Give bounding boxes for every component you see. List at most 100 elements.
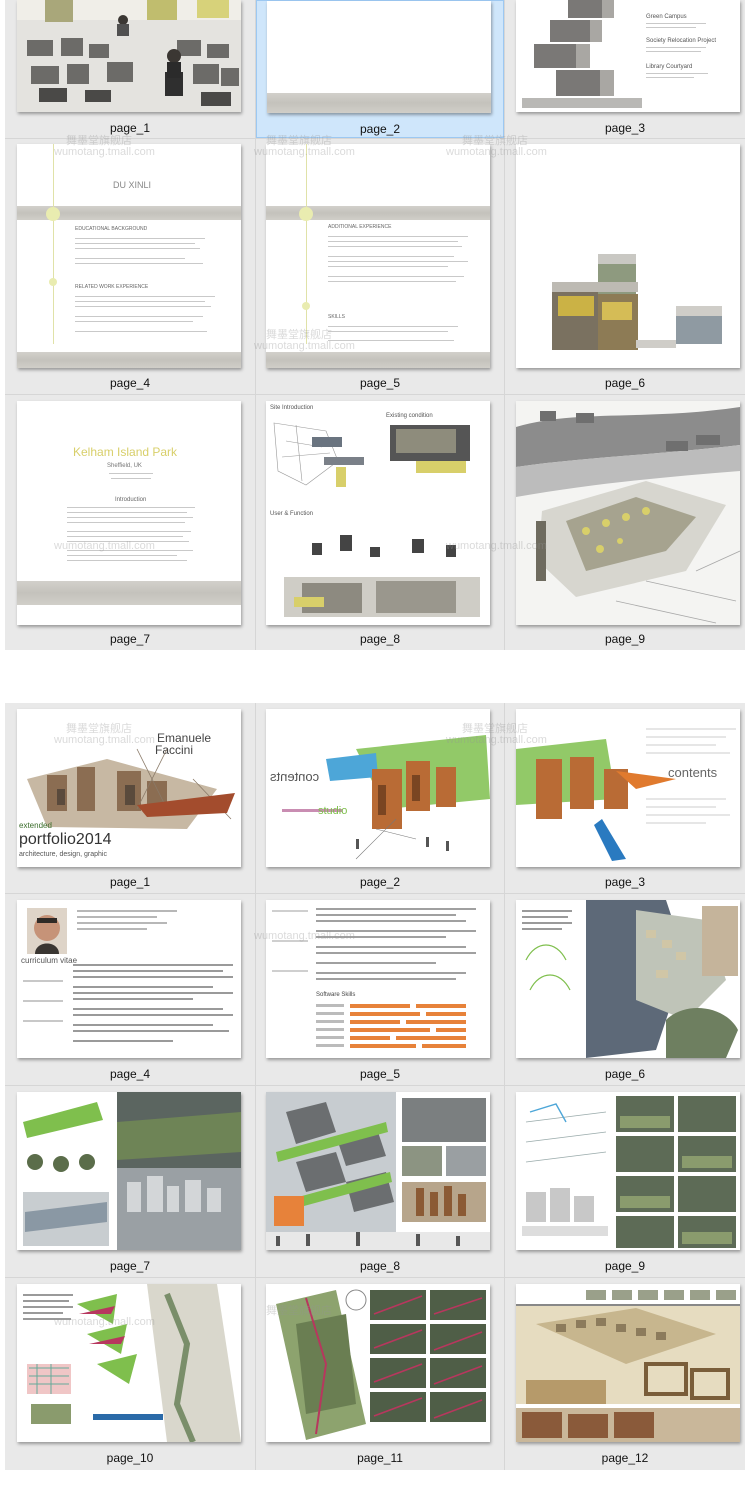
project-title: Kelham Island Park: [73, 445, 178, 459]
page-thumbnail: curriculum vitae: [17, 900, 241, 1058]
page-label: page_7: [109, 1259, 151, 1273]
thumbnail-graphic: [282, 735, 490, 860]
thumbnail-graphic: [516, 407, 740, 624]
page-thumbnail: [17, 1284, 241, 1442]
project-item-2: Society Relocation Project: [646, 38, 717, 44]
page-cell-7[interactable]: Kelham Island Park Sheffield, UK Introdu…: [5, 395, 255, 650]
thumbnail-graphic: [17, 0, 241, 106]
page-thumbnail: Site Introduction Existing condition Use…: [266, 401, 490, 625]
thumbnail-graphic: [516, 728, 736, 861]
page-label: page_10: [106, 1451, 154, 1465]
page-cell-4[interactable]: DU XINLI EDUCATIONAL BACKGROUND RELATED …: [5, 139, 255, 394]
page-label: page_6: [604, 1067, 646, 1081]
page-label: page_5: [359, 1067, 401, 1081]
section-heading: RELATED WORK EXPERIENCE: [75, 284, 149, 290]
page-thumbnail: [516, 1284, 740, 1442]
page-thumbnail: [17, 1092, 241, 1250]
page-thumbnail: [516, 1092, 740, 1250]
thumbnail-graphic: [516, 1290, 740, 1442]
page-label: page_3: [604, 875, 646, 889]
page-cell-2[interactable]: page_2: [256, 0, 504, 138]
thumbnail-graphic: [272, 908, 476, 1048]
thumbnail-panel-2: Emanuele Faccini extended portfolio2014 …: [5, 703, 745, 1470]
page-cell-9[interactable]: page_9: [505, 1086, 745, 1277]
page-thumbnail: [516, 401, 740, 625]
skills-heading: Software Skills: [316, 992, 356, 998]
page-thumbnail: [17, 0, 241, 112]
page-label: page_11: [357, 1451, 403, 1465]
thumbnail-graphic: [273, 422, 480, 617]
page-thumbnail: Kelham Island Park Sheffield, UK Introdu…: [17, 401, 241, 625]
page-thumbnail: [266, 1092, 490, 1250]
page-cell-9[interactable]: page_9: [505, 395, 745, 650]
project-item-3: Library Courtyard: [646, 64, 693, 70]
page-label: page_8: [359, 632, 401, 646]
page-thumbnail: [516, 900, 740, 1058]
page-label: page_6: [604, 376, 646, 390]
thumbnail-graphic: [23, 1284, 241, 1442]
page-cell-1[interactable]: Emanuele Faccini extended portfolio2014 …: [5, 703, 255, 893]
studio-label: studio: [318, 805, 348, 817]
page-cell-3[interactable]: contents page_3: [505, 703, 745, 893]
portfolio-title: portfolio2014: [19, 831, 112, 848]
page-thumbnail: Green Campus Society Relocation Project …: [516, 0, 740, 112]
extended-label: extended: [19, 821, 52, 830]
page-thumbnail: DU XINLI EDUCATIONAL BACKGROUND RELATED …: [17, 144, 241, 368]
page-cell-8[interactable]: Site Introduction Existing condition Use…: [256, 395, 504, 650]
project-location: Sheffield, UK: [107, 463, 142, 469]
thumbnail-graphic: [23, 1092, 241, 1250]
page-cell-8[interactable]: page_8: [256, 1086, 504, 1277]
page-label: page_1: [109, 875, 151, 889]
page-label: page_9: [604, 1259, 646, 1273]
page-thumbnail: contents: [516, 709, 740, 867]
page-cell-11[interactable]: page_11: [256, 1278, 504, 1470]
page-cell-5[interactable]: ADDITIONAL EXPERIENCE SKILLS page_5: [256, 139, 504, 394]
page-label: page_7: [109, 632, 151, 646]
page-cell-3[interactable]: Green Campus Society Relocation Project …: [505, 0, 745, 138]
page-thumbnail: [516, 144, 740, 368]
page-cell-6[interactable]: page_6: [505, 894, 745, 1085]
page-thumbnail: [267, 1, 491, 113]
contents-heading: contents: [270, 769, 320, 784]
thumbnail-panel-1: page_1 page_2 Green Campus Society Reloc…: [5, 0, 745, 650]
section-heading: Introduction: [115, 497, 147, 503]
page-cell-5[interactable]: Software Skills page_5: [256, 894, 504, 1085]
page-cell-4[interactable]: curriculum vitae page_4: [5, 894, 255, 1085]
page-thumbnail: [266, 1284, 490, 1442]
thumbnail-graphic: [522, 900, 738, 1058]
resume-name: DU XINLI: [113, 180, 152, 190]
page-thumbnail: ADDITIONAL EXPERIENCE SKILLS: [266, 144, 490, 368]
page-thumbnail: contents studio: [266, 709, 490, 867]
section-heading: SKILLS: [328, 314, 345, 320]
page-label: page_5: [359, 376, 401, 390]
thumbnail-graphic: [522, 1096, 736, 1248]
page-label: page_4: [109, 1067, 151, 1081]
page-thumbnail: Software Skills: [266, 900, 490, 1058]
page-cell-1[interactable]: page_1: [5, 0, 255, 138]
page-label: page_3: [604, 121, 646, 135]
section-heading: EDUCATIONAL BACKGROUND: [75, 226, 148, 232]
contents-heading: contents: [668, 765, 718, 780]
page-cell-12[interactable]: page_12: [505, 1278, 745, 1470]
cv-heading: curriculum vitae: [21, 956, 78, 965]
page-label: page_4: [109, 376, 151, 390]
thumbnail-graphic: [276, 1289, 486, 1440]
page-cell-7[interactable]: page_7: [5, 1086, 255, 1277]
page-cell-10[interactable]: page_10: [5, 1278, 255, 1470]
thumbnail-graphic: [266, 1092, 490, 1250]
page-label: page_12: [601, 1451, 649, 1465]
thumbnail-graphic: [23, 908, 233, 1042]
page-label: page_2: [359, 875, 401, 889]
section-heading: ADDITIONAL EXPERIENCE: [328, 224, 392, 230]
project-item-1: Green Campus: [646, 14, 687, 20]
page-label: page_2: [359, 122, 401, 136]
page-label: page_9: [604, 632, 646, 646]
page-label: page_1: [109, 121, 151, 135]
thumbnail-graphic: [552, 254, 722, 350]
page-cell-2[interactable]: contents studio page_2: [256, 703, 504, 893]
page-label: page_8: [359, 1259, 401, 1273]
thumbnail-graphic: [522, 0, 642, 108]
page-thumbnail: Emanuele Faccini extended portfolio2014 …: [17, 709, 241, 867]
page-cell-6[interactable]: page_6: [505, 139, 745, 394]
portfolio-subtitle: architecture, design, graphic: [19, 851, 107, 858]
